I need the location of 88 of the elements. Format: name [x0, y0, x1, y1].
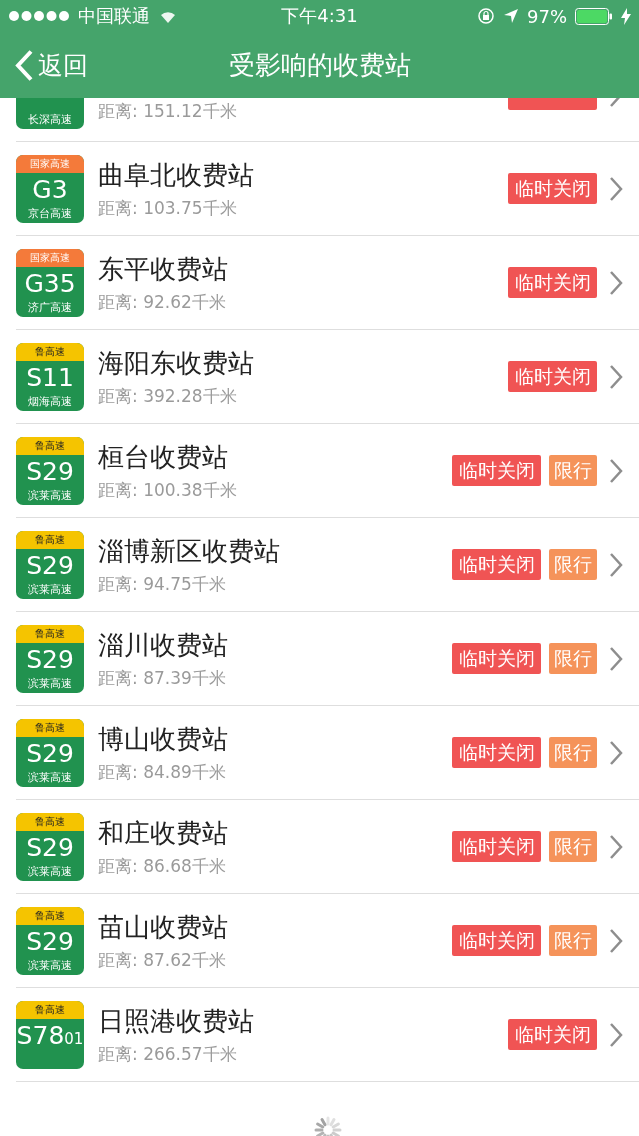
status-tag: 限行 [549, 831, 597, 862]
distance-text: 距离: 84.89千米 [98, 760, 227, 784]
status-tag: 限行 [549, 925, 597, 956]
chevron-right-icon [609, 1021, 623, 1048]
distance-text: 距离: 392.28千米 [98, 384, 238, 408]
distance-text: 距离: 92.62千米 [98, 290, 227, 314]
road-name: 烟海高速 [28, 394, 72, 408]
network-label: 鲁高速 [35, 438, 65, 453]
station-name: 日照港收费站 [98, 1005, 254, 1036]
status-tag: 限行 [549, 549, 597, 580]
station-name: 东平收费站 [98, 253, 228, 284]
route-code: S29 [26, 646, 74, 672]
back-chevron-icon [14, 49, 34, 81]
network-label: 鲁高速 [35, 532, 65, 547]
distance-text: 距离: 151.12千米 [98, 100, 238, 123]
network-label: 鲁高速 [35, 1002, 65, 1017]
station-name: 和庄收费站 [98, 817, 228, 848]
road-name: 滨莱高速 [28, 676, 72, 690]
signal-icon [8, 10, 70, 22]
status-tag: 临时关闭 [452, 831, 541, 862]
status-tag: 限行 [549, 643, 597, 674]
status-tag: 限行 [549, 737, 597, 768]
network-label: 鲁高速 [35, 626, 65, 641]
road-name: 滨莱高速 [28, 958, 72, 972]
chevron-right-icon [609, 551, 623, 578]
chevron-right-icon [609, 269, 623, 296]
station-name: 海阳东收费站 [98, 347, 254, 378]
distance-text: 距离: 87.39千米 [98, 666, 227, 690]
station-row[interactable]: 国家高速 G3 京台高速 曲阜北收费站 距离: 103.75千米 临时关闭 [16, 142, 639, 236]
distance-text: 距离: 94.75千米 [98, 572, 227, 596]
page-title: 受影响的收费站 [228, 48, 411, 82]
station-name: 淄川收费站 [98, 629, 228, 660]
status-tag: 临时关闭 [452, 455, 541, 486]
chevron-right-icon [609, 645, 623, 672]
road-name: 京台高速 [28, 206, 72, 220]
route-code: S29 [26, 458, 74, 484]
station-name: 苗山收费站 [98, 911, 228, 942]
carrier-name: 中国联通 [78, 4, 150, 28]
status-tag: 临时关闭 [452, 549, 541, 580]
status-tag: 临时关闭 [452, 737, 541, 768]
route-code: S29 [26, 740, 74, 766]
route-code: S11 [26, 364, 74, 390]
chevron-right-icon [609, 927, 623, 954]
road-name: 滨莱高速 [28, 770, 72, 784]
distance-text: 距离: 266.57千米 [98, 1042, 238, 1066]
status-time: 下午4:31 [281, 4, 358, 28]
network-label: 国家高速 [30, 250, 70, 265]
chevron-right-icon [609, 175, 623, 202]
chevron-right-icon [609, 363, 623, 390]
station-name: 博山收费站 [98, 723, 228, 754]
distance-text: 距离: 103.75千米 [98, 196, 238, 220]
battery-icon [575, 7, 613, 25]
status-tag: 限行 [549, 455, 597, 486]
network-label: 鲁高速 [35, 720, 65, 735]
status-tag: 临时关闭 [508, 361, 597, 392]
status-tag: 临时关闭 [452, 643, 541, 674]
status-tag: 临时关闭 [508, 267, 597, 298]
route-code: S29 [26, 552, 74, 578]
status-tag: 临时关闭 [452, 925, 541, 956]
chevron-right-icon [609, 739, 623, 766]
road-name: 长深高速 [28, 112, 72, 126]
station-name: 桓台收费站 [98, 441, 228, 472]
network-label: 鲁高速 [35, 344, 65, 359]
network-label: 国家高速 [30, 156, 70, 171]
station-name: 淄博新区收费站 [98, 535, 280, 566]
status-tag: 临时关闭 [508, 173, 597, 204]
chevron-right-icon [609, 833, 623, 860]
road-name: 滨莱高速 [28, 488, 72, 502]
status-tag: 临时关闭 [508, 1019, 597, 1050]
network-label: 鲁高速 [35, 908, 65, 923]
station-row[interactable]: 长深高速 距离: 151.12千米 [16, 98, 639, 142]
road-name: 滨莱高速 [28, 582, 72, 596]
route-code: S29 [26, 834, 74, 860]
distance-text: 距离: 86.68千米 [98, 854, 227, 878]
route-code: G35 [24, 270, 76, 296]
road-name: 滨莱高速 [28, 864, 72, 878]
chevron-right-icon [609, 457, 623, 484]
distance-text: 距离: 100.38千米 [98, 478, 238, 502]
battery-percent: 97% [527, 5, 567, 27]
route-code: S29 [26, 928, 74, 954]
rotation-lock-icon [477, 7, 495, 25]
distance-text: 距离: 87.62千米 [98, 948, 227, 972]
charging-bolt-icon [621, 7, 631, 25]
route-code: G3 [32, 176, 68, 202]
station-name: 曲阜北收费站 [98, 159, 254, 190]
network-label: 鲁高速 [35, 814, 65, 829]
location-arrow-icon [503, 8, 519, 24]
road-name: 济广高速 [28, 300, 72, 314]
